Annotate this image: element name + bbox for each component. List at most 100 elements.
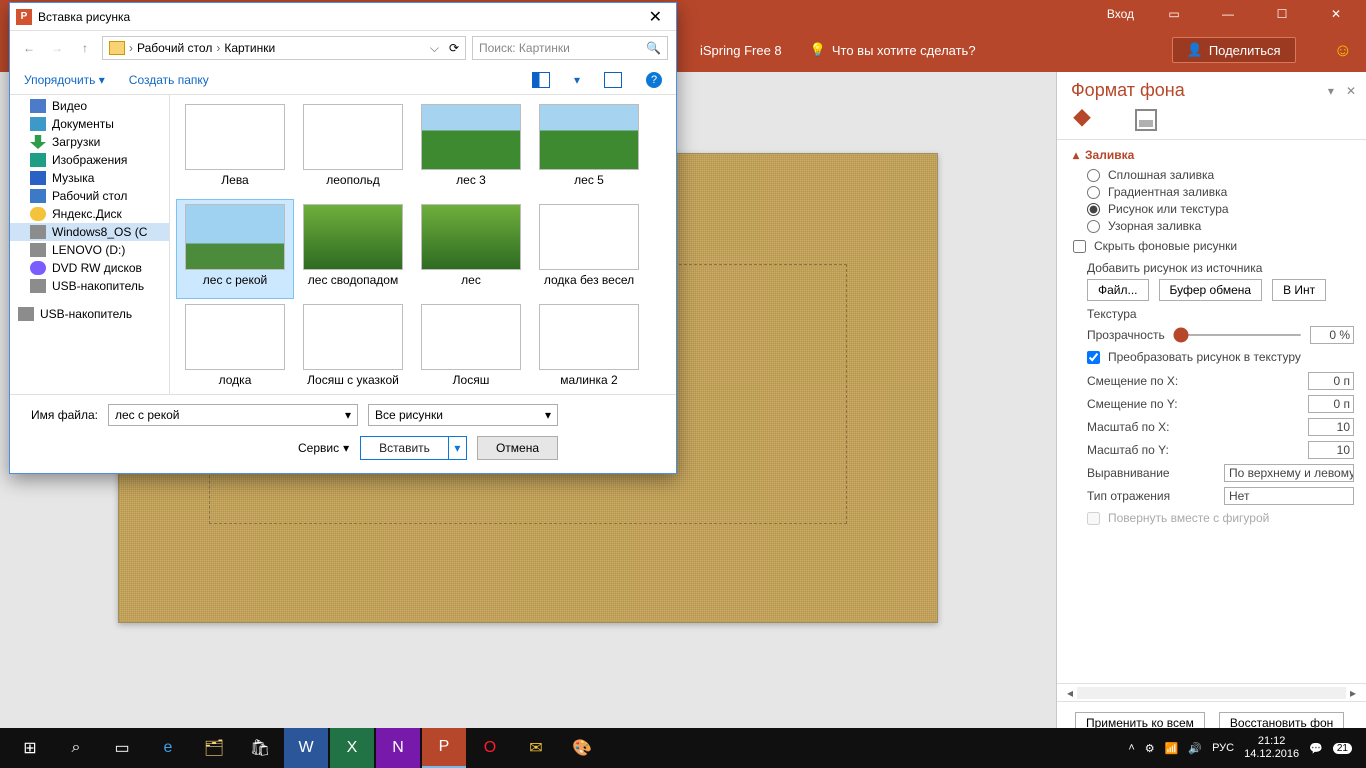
effects-tab-icon[interactable] — [1103, 109, 1125, 131]
login-link[interactable]: Вход — [1107, 7, 1134, 21]
organize-menu[interactable]: Упорядочить ▾ — [24, 73, 105, 87]
service-menu[interactable]: Сервис ▾ — [26, 441, 349, 455]
view-mode-icon[interactable] — [532, 72, 550, 88]
preview-pane-icon[interactable] — [604, 72, 622, 88]
onenote-icon[interactable]: N — [376, 728, 420, 768]
refresh-icon[interactable]: ⟳ — [449, 41, 459, 55]
start-icon[interactable]: ⊞ — [8, 728, 52, 768]
tray-volume-icon[interactable]: 🔊 — [1188, 742, 1202, 755]
file-item[interactable]: Лосяш — [412, 299, 530, 394]
word-icon[interactable]: W — [284, 728, 328, 768]
tab-ispring[interactable]: iSpring Free 8 — [700, 43, 782, 58]
tree-usb2[interactable]: USB-накопитель — [10, 305, 169, 323]
file-item[interactable]: Лосяш с указкой — [294, 299, 412, 394]
fill-tab-icon[interactable] — [1071, 109, 1093, 131]
tree-lenovo-drive[interactable]: LENOVO (D:) — [10, 241, 169, 259]
search-icon[interactable]: ⌕ — [54, 728, 98, 768]
radio-pattern[interactable]: Узорная заливка — [1087, 219, 1354, 233]
taskview-icon[interactable]: ▭ — [100, 728, 144, 768]
file-item[interactable]: лес сводопадом — [294, 199, 412, 299]
tree-video[interactable]: Видео — [10, 97, 169, 115]
file-item[interactable]: малинка 2 — [530, 299, 648, 394]
ribbon-options-icon[interactable]: ▭ — [1152, 0, 1196, 28]
tray-lang[interactable]: РУС — [1212, 742, 1234, 754]
tree-downloads[interactable]: Загрузки — [10, 133, 169, 151]
opera-icon[interactable]: O — [468, 728, 512, 768]
excel-icon[interactable]: X — [330, 728, 374, 768]
picture-tab-icon[interactable] — [1135, 109, 1157, 131]
pane-options-icon[interactable]: ▾ — [1328, 84, 1334, 98]
file-item[interactable]: лодка без весел — [530, 199, 648, 299]
check-hide-bg[interactable]: Скрыть фоновые рисунки — [1073, 239, 1354, 253]
tray-wifi-icon[interactable]: 📶 — [1165, 742, 1179, 755]
file-grid[interactable]: Левалеопольдлес 3 лес 5 лес с рекойлес сво… — [170, 95, 676, 394]
filename-field[interactable]: лес с рекой▾ — [108, 404, 358, 426]
app-icon[interactable]: 🎨 — [560, 728, 604, 768]
tray-notifications-icon[interactable]: 💬 — [1309, 742, 1323, 755]
tray-clock[interactable]: 21:1214.12.2016 — [1244, 735, 1299, 761]
dialog-title: Вставка рисунка — [38, 10, 641, 24]
explorer-icon[interactable]: 🗂 — [192, 728, 236, 768]
nav-tree[interactable]: Видео Документы Загрузки Изображения Муз… — [10, 95, 170, 394]
pane-close-icon[interactable]: ✕ — [1346, 84, 1356, 98]
dialog-close-icon[interactable]: ✕ — [641, 7, 670, 27]
tray-chevron-icon[interactable]: ˄ — [1128, 742, 1134, 754]
share-button[interactable]: 👤 Поделиться — [1172, 37, 1296, 63]
file-item[interactable]: Лева — [176, 99, 294, 199]
file-item[interactable]: лес с рекой — [176, 199, 294, 299]
tray-network-icon[interactable]: ⚙ — [1145, 742, 1155, 755]
edge-icon[interactable]: e — [146, 728, 190, 768]
chevron-down-icon[interactable]: ⌵ — [430, 41, 439, 56]
radio-picture[interactable]: Рисунок или текстура — [1087, 202, 1354, 216]
tree-desktop[interactable]: Рабочий стол — [10, 187, 169, 205]
tree-documents[interactable]: Документы — [10, 115, 169, 133]
tree-os-drive[interactable]: Windows8_OS (C — [10, 223, 169, 241]
file-item[interactable]: лодка — [176, 299, 294, 394]
fill-section-header[interactable]: ▴ Заливка — [1073, 148, 1354, 162]
mirror-combo[interactable]: Нет — [1224, 487, 1354, 505]
transparency-value[interactable]: 0 % — [1310, 326, 1354, 344]
tree-yandex-disk[interactable]: Яндекс.Диск — [10, 205, 169, 223]
clipboard-button[interactable]: Буфер обмена — [1159, 279, 1263, 301]
offset-y-value[interactable]: 0 п — [1308, 395, 1354, 413]
check-tile[interactable]: Преобразовать рисунок в текстуру — [1087, 350, 1354, 364]
insert-button[interactable]: Вставить — [360, 436, 449, 460]
breadcrumb[interactable]: › Рабочий стол › Картинки ⌵ ⟳ — [102, 36, 466, 60]
tree-music[interactable]: Музыка — [10, 169, 169, 187]
help-icon[interactable]: ? — [646, 72, 662, 88]
store-icon[interactable]: 🛍 — [238, 728, 282, 768]
file-name: лес 5 — [574, 174, 604, 187]
scale-y-value[interactable]: 10 — [1308, 441, 1354, 459]
new-folder-button[interactable]: Создать папку — [129, 73, 209, 87]
offset-x-value[interactable]: 0 п — [1308, 372, 1354, 390]
scale-x-value[interactable]: 10 — [1308, 418, 1354, 436]
pane-h-scrollbar[interactable]: ◂▸ — [1057, 683, 1366, 701]
mail-icon[interactable]: ✉ — [514, 728, 558, 768]
file-button[interactable]: Файл... — [1087, 279, 1149, 301]
minimize-icon[interactable]: — — [1206, 0, 1250, 28]
file-item[interactable]: леопольд — [294, 99, 412, 199]
forward-icon[interactable]: → — [46, 37, 68, 59]
file-item[interactable]: лес — [412, 199, 530, 299]
online-button[interactable]: В Инт — [1272, 279, 1326, 301]
align-combo[interactable]: По верхнему и левому к — [1224, 464, 1354, 482]
transparency-slider[interactable] — [1173, 334, 1302, 336]
file-item[interactable]: лес 3 — [412, 99, 530, 199]
file-item[interactable]: лес 5 — [530, 99, 648, 199]
powerpoint-task-icon[interactable]: P — [422, 728, 466, 768]
tree-dvd[interactable]: DVD RW дисков — [10, 259, 169, 277]
tree-images[interactable]: Изображения — [10, 151, 169, 169]
maximize-icon[interactable]: ☐ — [1260, 0, 1304, 28]
back-icon[interactable]: ← — [18, 37, 40, 59]
radio-solid[interactable]: Сплошная заливка — [1087, 168, 1354, 182]
radio-gradient[interactable]: Градиентная заливка — [1087, 185, 1354, 199]
up-icon[interactable]: ↑ — [74, 37, 96, 59]
tree-usb1[interactable]: USB-накопитель — [10, 277, 169, 295]
search-input[interactable]: Поиск: Картинки🔍 — [472, 36, 668, 60]
close-icon[interactable]: ✕ — [1314, 0, 1358, 28]
cancel-button[interactable]: Отмена — [477, 436, 558, 460]
feedback-icon[interactable]: ☺ — [1334, 40, 1352, 61]
insert-split-icon[interactable]: ▾ — [449, 436, 467, 460]
tell-me[interactable]: 💡 Что вы хотите сделать? — [810, 42, 976, 58]
filter-combo[interactable]: Все рисунки▾ — [368, 404, 558, 426]
